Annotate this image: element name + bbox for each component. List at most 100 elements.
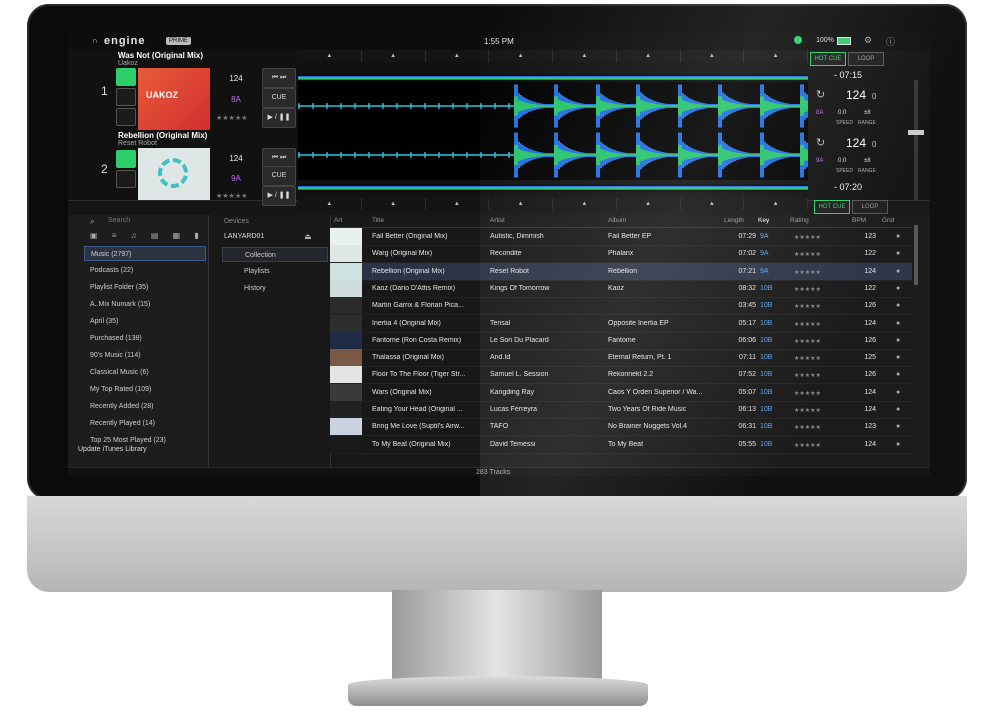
library-item[interactable]: My Top Rated (109)	[84, 382, 206, 397]
device-history[interactable]: History	[222, 281, 328, 296]
col-title[interactable]: Title	[372, 217, 384, 224]
gear-icon[interactable]: ⚙	[864, 35, 872, 46]
headphones-icon: ∩	[92, 36, 98, 45]
skip-buttons[interactable]: ⏮ ⏭	[262, 148, 296, 168]
col-length[interactable]: Length	[724, 217, 744, 224]
cell-rating[interactable]: ★★★★★	[794, 269, 838, 276]
loop-mode-button[interactable]: LOOP	[852, 200, 888, 214]
waveform-bar	[310, 105, 312, 107]
table-row[interactable]: Wars (Original Mix) Kangding Ray Caos Y Or…	[330, 383, 912, 402]
device-collection[interactable]: Collection	[222, 247, 328, 262]
filter-button[interactable]	[116, 170, 136, 188]
waveform-bar	[358, 105, 360, 107]
cue-button[interactable]: CUE	[262, 88, 296, 108]
library-item[interactable]: Recently Played (14)	[84, 416, 206, 431]
table-row[interactable]: Martin Garrix & Florian Pica... 03:45 10B 1…	[330, 297, 912, 316]
cell-rating[interactable]: ★★★★★	[794, 251, 838, 258]
pitch-fader-handle[interactable]	[908, 130, 924, 135]
deck-select-button[interactable]	[116, 68, 136, 86]
col-rating[interactable]: Rating	[790, 217, 809, 224]
cell-album: Fail Better EP	[608, 233, 652, 240]
play-pause-button[interactable]: ▶ / ❚❚	[262, 108, 296, 128]
sync-icon[interactable]: ↻	[816, 136, 825, 149]
table-row[interactable]: Rebellion (Original Mix) Reset Robot Rebel…	[330, 262, 912, 281]
skip-buttons[interactable]: ⏮ ⏭	[262, 68, 296, 88]
cell-rating[interactable]: ★★★★★	[794, 303, 838, 310]
deck-select-button[interactable]	[116, 150, 136, 168]
table-row[interactable]: Fail Better (Original Mix) Autistic, Dimm…	[330, 228, 912, 246]
library-item[interactable]: Recently Added (28)	[84, 399, 206, 414]
sync-icon[interactable]	[794, 36, 802, 44]
device-playlists[interactable]: Playlists	[222, 264, 328, 279]
deck-2-markers[interactable]: ▲ ▲ ▲ ▲ ▲ ▲ ▲ ▲	[298, 198, 808, 210]
play-pause-button[interactable]: ▶ / ❚❚	[262, 186, 296, 206]
table-row[interactable]: Inertia 4 (Original Mix) Tensal Opposite I…	[330, 314, 912, 333]
table-row[interactable]: To My Beat (Original Mix) David Temessi To…	[330, 435, 912, 454]
loop-button[interactable]	[116, 108, 136, 126]
cell-rating[interactable]: ★★★★★	[794, 442, 838, 449]
col-album[interactable]: Album	[608, 217, 626, 224]
deck-rating[interactable]: ★★★★★	[216, 114, 247, 122]
info-icon[interactable]: ⓘ	[886, 35, 895, 48]
hot-cue-button[interactable]: HOT CUE	[814, 200, 850, 214]
search-input[interactable]: Search	[108, 217, 130, 224]
sync-icon[interactable]: ↻	[816, 88, 825, 101]
library-item[interactable]: A..Mix Numark (15)	[84, 297, 206, 312]
library-item[interactable]: Playlist Folder (35)	[84, 280, 206, 295]
table-row[interactable]: Fantome (Ron Costa Remix) Le Son Du Placa…	[330, 331, 912, 350]
table-row[interactable]: Floor To The Floor (Tiger Str... Samuel L…	[330, 366, 912, 385]
library-item[interactable]: Music (2797)	[84, 246, 206, 261]
library-item[interactable]: 90's Music (114)	[84, 348, 206, 363]
cell-rating[interactable]: ★★★★★	[794, 390, 838, 397]
waveform-bar	[542, 104, 544, 108]
col-bpm[interactable]: BPM	[852, 217, 866, 224]
deck-1-waveform[interactable]	[298, 82, 808, 130]
search-icon[interactable]: ⌕	[90, 217, 94, 227]
hot-cue-button[interactable]: HOT CUE	[810, 52, 846, 66]
deck-2-waveform[interactable]	[298, 130, 808, 180]
device-name[interactable]: LANYARD01	[224, 233, 264, 240]
library-item[interactable]: April (35)	[84, 314, 206, 329]
table-row[interactable]: Eating Your Head (Original ... Lucas Ferr…	[330, 401, 912, 419]
deck-1-markers[interactable]: ▲ ▲ ▲ ▲ ▲ ▲ ▲ ▲	[298, 50, 808, 62]
cell-rating[interactable]: ★★★★★	[794, 372, 838, 379]
table-row[interactable]: Kaoz (Dario D'Attis Remix) Kings Of Tomor…	[330, 279, 912, 298]
deck-title: Was Not (Original Mix)	[118, 51, 204, 60]
overview-waveform[interactable]	[298, 74, 808, 82]
cell-rating[interactable]: ★★★★★	[794, 321, 838, 328]
table-row[interactable]: Warg (Original Mix) Recondite Phalanx 07:02…	[330, 245, 912, 264]
cell-rating[interactable]: ★★★★★	[794, 234, 838, 241]
library-item[interactable]: Classical Music (6)	[84, 365, 206, 380]
cell-rating[interactable]: ★★★★★	[794, 286, 838, 293]
col-grid[interactable]: Grid	[882, 217, 894, 224]
waveform-bar	[520, 149, 522, 161]
pitch-fader[interactable]	[914, 80, 918, 200]
waveform-bar	[734, 152, 736, 158]
overview-waveform[interactable]	[298, 184, 808, 192]
cell-artist: And.Id	[490, 354, 511, 362]
filter-button[interactable]	[116, 88, 136, 106]
cue-button[interactable]: CUE	[262, 166, 296, 186]
waveform-bar	[718, 96, 720, 116]
library-item[interactable]: Podcasts (22)	[84, 263, 206, 278]
table-scrollbar[interactable]	[914, 225, 918, 285]
table-row[interactable]: Thalassa (Original Mix) And.Id Eternal Ret…	[330, 349, 912, 368]
source-icons[interactable]: ▣ ≡ ♫ ▤ ▦ ▮	[90, 231, 205, 243]
library-item[interactable]: Purchased (138)	[84, 331, 206, 346]
waveform-bar	[634, 154, 636, 156]
loop-mode-button[interactable]: LOOP	[848, 52, 884, 66]
update-itunes-button[interactable]: Update iTunes Library	[78, 446, 147, 453]
col-key[interactable]: Key	[758, 217, 769, 224]
table-row[interactable]: Bring Me Love (Suptil's Airw... TAFO No Br…	[330, 418, 912, 437]
cell-length: 05:55	[738, 440, 756, 448]
col-art[interactable]: Art	[334, 217, 342, 224]
cell-rating[interactable]: ★★★★★	[794, 407, 838, 414]
cell-rating[interactable]: ★★★★★	[794, 424, 838, 431]
eject-icon[interactable]: ⏏	[304, 232, 312, 241]
col-artist[interactable]: Artist	[490, 217, 505, 224]
waveform-bar	[640, 148, 642, 162]
waveform-bar	[740, 104, 742, 108]
deck-rating[interactable]: ★★★★★	[216, 192, 247, 200]
cell-rating[interactable]: ★★★★★	[794, 355, 838, 362]
cell-rating[interactable]: ★★★★★	[794, 338, 838, 345]
